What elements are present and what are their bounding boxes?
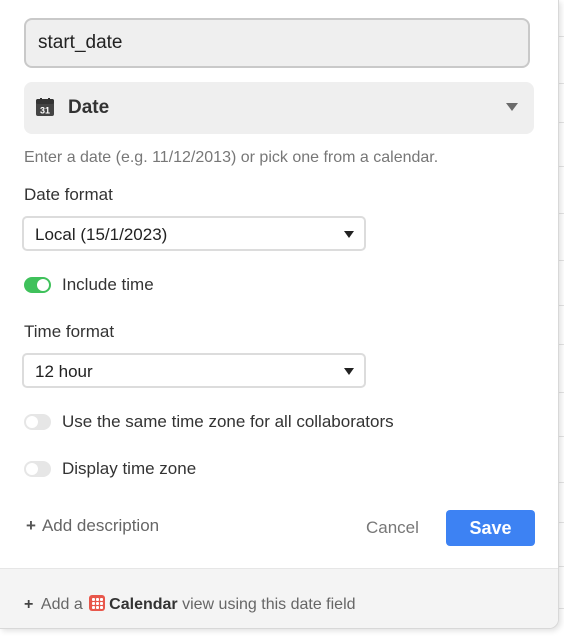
svg-text:31: 31 [40,106,50,116]
plus-icon: + [26,516,36,535]
date-format-label: Date format [24,185,113,204]
field-name-input[interactable]: start_date [24,18,530,68]
display-time-zone-toggle[interactable] [24,461,51,477]
add-calendar-view-link[interactable]: + Add a Calendar view using this date fi… [24,595,356,614]
include-time-label: Include time [62,275,154,294]
add-description-label: Add description [41,516,160,535]
time-format-select[interactable]: 12 hour [22,353,366,388]
footer-view-name: Calendar [109,596,178,613]
calendar-31-icon: 31 [36,98,54,116]
chevron-down-icon [506,103,518,111]
time-format-label: Time format [24,322,115,341]
add-calendar-view-footer[interactable]: + Add a Calendar view using this date fi… [0,568,558,628]
date-format-select[interactable]: Local (15/1/2023) [22,216,366,251]
date-format-value: Local (15/1/2023) [35,225,168,244]
add-description-button[interactable]: + Add description [26,516,159,536]
field-type-hint: Enter a date (e.g. 11/12/2013) or pick o… [24,149,439,166]
caret-down-icon [344,231,354,238]
toggle-knob [26,416,38,428]
include-time-toggle[interactable] [24,277,51,293]
toggle-knob [37,279,49,291]
field-type-select[interactable]: 31 Date [24,82,534,134]
same-time-zone-label: Use the same time zone for all collabora… [62,412,394,431]
plus-icon: + [24,596,34,613]
save-button[interactable]: Save [446,510,535,546]
footer-suffix: view using this date field [182,596,356,613]
cancel-button[interactable]: Cancel [366,518,419,538]
field-type-label: Date [68,97,110,118]
field-config-panel: start_date 31 Date Enter a date (e.g. 11… [0,0,559,629]
time-format-value: 12 hour [35,362,93,381]
display-time-zone-label: Display time zone [62,459,197,478]
footer-prefix: Add a [40,596,83,613]
caret-down-icon [344,368,354,375]
calendar-view-icon [89,595,106,611]
same-time-zone-toggle[interactable] [24,414,51,430]
toggle-knob [26,463,38,475]
